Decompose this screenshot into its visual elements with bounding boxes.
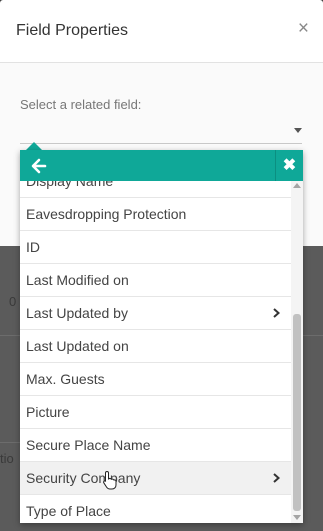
close-popup-button[interactable]: ✖ xyxy=(275,150,303,181)
list-item[interactable]: ID xyxy=(20,231,291,264)
popup-pointer xyxy=(26,142,42,150)
background-divider xyxy=(0,335,20,336)
dialog-title: Field Properties xyxy=(16,22,129,39)
chevron-right-icon xyxy=(273,308,281,318)
list-item[interactable]: Type of Place xyxy=(20,495,291,523)
list-item-label: Security Company xyxy=(26,470,141,486)
related-field-select[interactable] xyxy=(20,143,302,144)
related-field-label: Select a related field: xyxy=(20,97,142,112)
field-list: Display Name Eavesdropping Protection ID La… xyxy=(20,181,291,523)
background-divider xyxy=(0,442,20,443)
list-item-label: Secure Place Name xyxy=(26,437,151,453)
list-item-label: Max. Guests xyxy=(26,371,105,387)
list-item[interactable]: Picture xyxy=(20,396,291,429)
list-item-label: Eavesdropping Protection xyxy=(26,206,187,222)
chevron-down-icon[interactable] xyxy=(294,128,302,133)
list-item-label: Type of Place xyxy=(26,503,111,519)
list-item-label: Last Updated by xyxy=(26,305,128,321)
dialog-header: Field Properties × xyxy=(0,0,323,63)
list-item-label: Last Updated on xyxy=(26,338,129,354)
list-item-label: Picture xyxy=(26,404,70,420)
background-text-fragment: 0 xyxy=(9,294,17,309)
hand-cursor-icon xyxy=(103,470,117,490)
popup-header: ✖ xyxy=(20,150,303,181)
scroll-down-arrow-icon[interactable] xyxy=(293,515,301,520)
list-item[interactable]: Last Updated by xyxy=(20,297,291,330)
list-item-label: Last Modified on xyxy=(26,272,129,288)
list-item[interactable]: Last Updated on xyxy=(20,330,291,363)
list-item[interactable]: Eavesdropping Protection xyxy=(20,198,291,231)
list-item-label: Display Name xyxy=(26,181,114,189)
background-divider xyxy=(303,335,323,336)
scroll-up-arrow-icon[interactable] xyxy=(293,183,301,188)
list-item[interactable]: Secure Place Name xyxy=(20,429,291,462)
scrollbar-thumb[interactable] xyxy=(293,314,301,511)
list-item[interactable]: Display Name xyxy=(20,181,291,198)
related-field-popup: ✖ Display Name Eavesdropping Protection ID… xyxy=(20,150,303,523)
list-item[interactable]: Last Modified on xyxy=(20,264,291,297)
list-item[interactable]: Max. Guests xyxy=(20,363,291,396)
back-button[interactable] xyxy=(29,156,49,176)
list-item-label: ID xyxy=(26,239,40,255)
scrollbar[interactable] xyxy=(291,181,303,523)
background-text-fragment: tio xyxy=(0,451,14,466)
arrow-left-icon xyxy=(31,158,47,174)
close-dialog-button[interactable]: × xyxy=(298,19,309,39)
chevron-right-icon xyxy=(273,473,281,483)
list-item[interactable]: Security Company xyxy=(20,462,291,495)
